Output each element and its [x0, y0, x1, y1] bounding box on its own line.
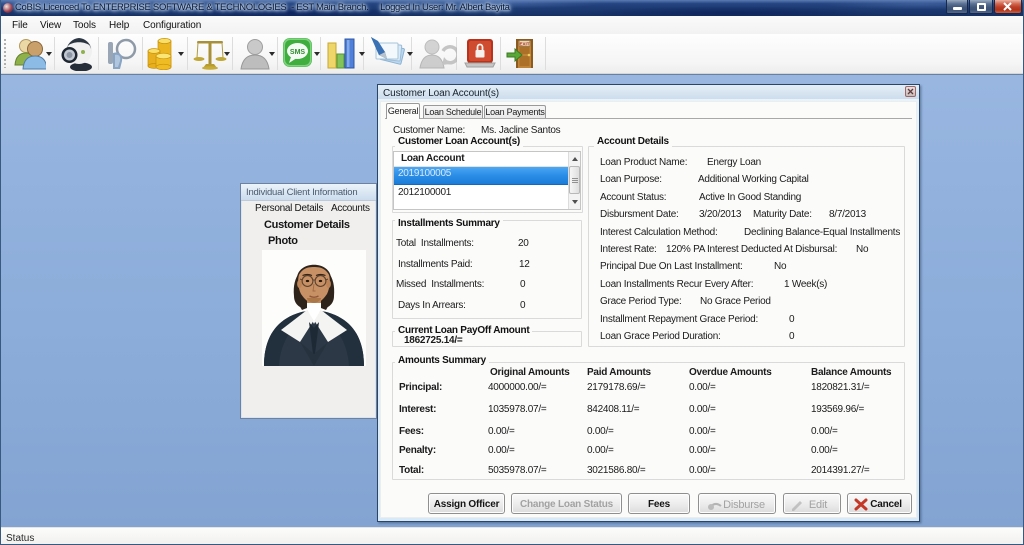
svg-text:SMS: SMS — [290, 49, 306, 56]
svg-text:EXIT: EXIT — [519, 42, 529, 47]
